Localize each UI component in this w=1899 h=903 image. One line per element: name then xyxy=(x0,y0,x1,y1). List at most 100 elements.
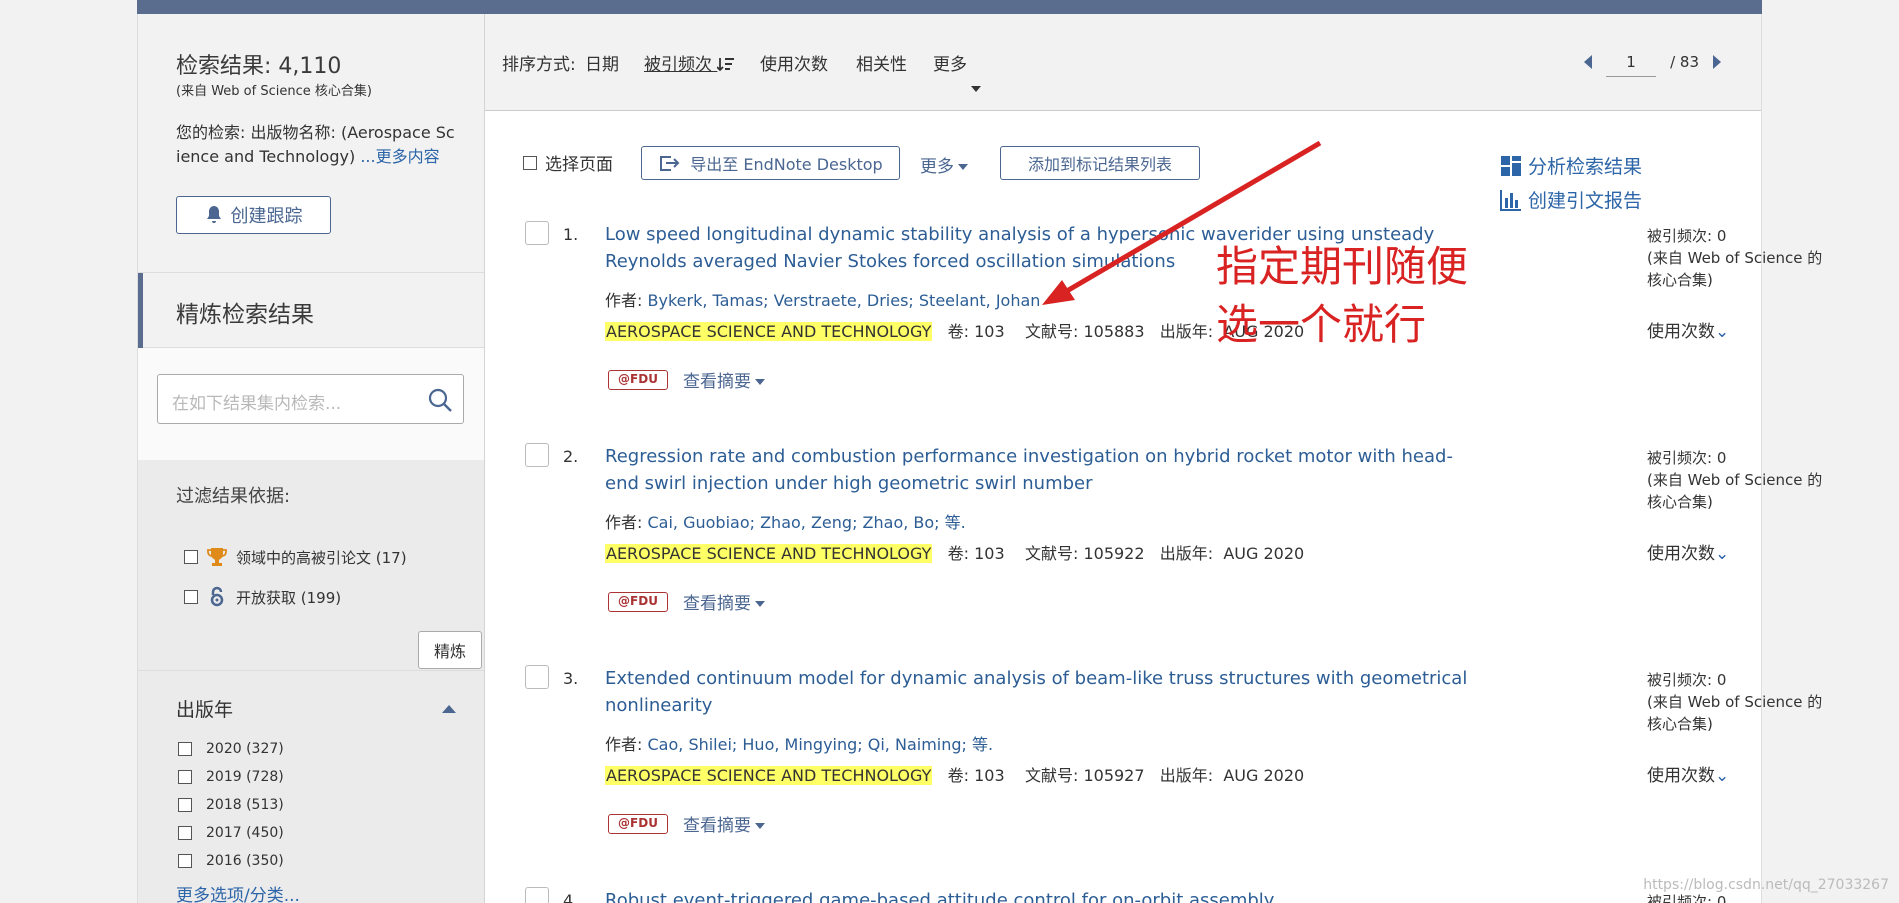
export-icon xyxy=(660,156,680,171)
journal-name[interactable]: AEROSPACE SCIENCE AND TECHNOLOGY xyxy=(605,766,933,785)
sort-date[interactable]: 日期 xyxy=(585,50,619,75)
year-item[interactable]: 2016 (350) xyxy=(178,853,284,869)
checkbox[interactable] xyxy=(184,550,198,564)
year-option: 2019 (728) xyxy=(206,769,284,785)
annotation-line-2: 选一个就行 xyxy=(1216,300,1427,349)
refine-search-area: 在如下结果集内检索... xyxy=(138,348,484,460)
times-cited: 被引频次: 0 (来自 Web of Science 的核心合集) xyxy=(1647,447,1827,513)
publication-year-section: 出版年 2020 (327) 2019 (728) 2018 (513) 201… xyxy=(138,670,484,903)
record-checkbox[interactable] xyxy=(525,887,549,903)
sort-desc-icon xyxy=(716,58,735,72)
record-authors: 作者: Cai, Guobiao; Zhao, Zeng; Zhao, Bo; … xyxy=(605,509,966,533)
checkbox[interactable] xyxy=(178,854,192,868)
checkbox[interactable] xyxy=(523,155,537,170)
refine-accent-bar xyxy=(138,273,143,349)
search-icon[interactable] xyxy=(427,387,453,413)
times-cited-source: (来自 Web of Science 的核心合集) xyxy=(1647,249,1823,289)
record-source: AEROSPACE SCIENCE AND TECHNOLOGY 卷: 103 … xyxy=(605,762,1304,786)
page-total: / 83 xyxy=(1670,53,1699,71)
year-item[interactable]: 2017 (450) xyxy=(178,825,284,841)
chevron-down-icon xyxy=(755,601,765,607)
checkbox[interactable] xyxy=(178,798,192,812)
view-abstract[interactable]: 查看摘要 xyxy=(683,811,765,836)
refine-search-input[interactable]: 在如下结果集内检索... xyxy=(157,374,464,424)
filter-open-access[interactable]: 开放获取 (199) xyxy=(184,586,341,608)
authors-prefix: 作者: xyxy=(605,513,643,532)
results-toolbar: 选择页面 导出至 EndNote Desktop 更多 添加到标记结果列表 分析… xyxy=(485,132,1761,212)
more-options-link[interactable]: 更多选项/分类... xyxy=(176,881,300,903)
usage-label: 使用次数 xyxy=(1647,544,1715,564)
record-authors: 作者: Cao, Shilei; Huo, Mingying; Qi, Naim… xyxy=(605,731,993,755)
refine-header: 精炼检索结果 xyxy=(138,272,484,349)
usage-count[interactable]: 使用次数⌄ xyxy=(1647,761,1729,786)
toolbar-more[interactable]: 更多 xyxy=(920,152,968,177)
query-more-link[interactable]: ...更多内容 xyxy=(360,147,439,166)
record-checkbox[interactable] xyxy=(525,221,549,245)
sort-times-cited[interactable]: 被引频次 xyxy=(644,50,735,75)
view-abstract[interactable]: 查看摘要 xyxy=(683,589,765,614)
sort-relevance[interactable]: 相关性 xyxy=(856,50,907,75)
record-number: 4. xyxy=(563,891,579,903)
toolbar-more-label: 更多 xyxy=(920,157,954,177)
add-marked-label: 添加到标记结果列表 xyxy=(1027,155,1172,174)
author-links[interactable]: Cao, Shilei; Huo, Mingying; Qi, Naiming;… xyxy=(648,735,994,754)
sort-usage[interactable]: 使用次数 xyxy=(760,50,828,75)
fdu-link-badge[interactable]: @FDU xyxy=(608,592,668,612)
analyze-results-link[interactable]: 分析检索结果 xyxy=(1500,152,1642,179)
collapse-caret-icon[interactable] xyxy=(442,705,456,713)
record-title-link[interactable]: Extended continuum model for dynamic ana… xyxy=(605,665,1475,719)
checkbox[interactable] xyxy=(178,742,192,756)
author-links[interactable]: Cai, Guobiao; Zhao, Zeng; Zhao, Bo; 等. xyxy=(648,513,966,532)
chevron-down-icon: ⌄ xyxy=(1715,322,1730,342)
record-title-link[interactable]: Regression rate and combustion performan… xyxy=(605,443,1475,497)
checkbox[interactable] xyxy=(178,770,192,784)
record-checkbox[interactable] xyxy=(525,665,549,689)
result-count: 检索结果: 4,110 xyxy=(176,54,342,79)
add-to-marked-list-button[interactable]: 添加到标记结果列表 xyxy=(1000,146,1200,180)
sort-more[interactable]: 更多 xyxy=(933,50,981,92)
page-input[interactable]: 1 xyxy=(1606,47,1657,77)
record-source: AEROSPACE SCIENCE AND TECHNOLOGY 卷: 103 … xyxy=(605,318,1304,342)
chevron-down-icon xyxy=(971,86,981,92)
usage-count[interactable]: 使用次数⌄ xyxy=(1647,317,1729,342)
record-number: 2. xyxy=(563,447,579,466)
year-label: 出版年 xyxy=(176,699,234,721)
year-item[interactable]: 2020 (327) xyxy=(178,741,284,757)
analyze-icon xyxy=(1501,155,1521,176)
fdu-link-badge[interactable]: @FDU xyxy=(608,814,668,834)
usage-count[interactable]: 使用次数⌄ xyxy=(1647,539,1729,564)
sort-times-cited-label: 被引频次 xyxy=(644,55,712,75)
chevron-down-icon: ⌄ xyxy=(1715,766,1730,786)
year-item[interactable]: 2019 (728) xyxy=(178,769,284,785)
export-endnote-button[interactable]: 导出至 EndNote Desktop xyxy=(641,146,900,180)
next-page-icon[interactable] xyxy=(1713,55,1721,69)
create-alert-button[interactable]: 创建跟踪 xyxy=(176,196,331,234)
record-checkbox[interactable] xyxy=(525,443,549,467)
citation-report-link[interactable]: 创建引文报告 xyxy=(1500,186,1642,213)
author-links[interactable]: Bykerk, Tamas; Verstraete, Dries; Steela… xyxy=(648,291,1041,310)
refine-button[interactable]: 精炼 xyxy=(418,631,482,669)
times-cited: 被引频次: 0 (来自 Web of Science 的核心合集) xyxy=(1647,225,1827,291)
journal-name[interactable]: AEROSPACE SCIENCE AND TECHNOLOGY xyxy=(605,544,933,563)
year-option: 2017 (450) xyxy=(206,825,284,841)
view-abstract-label: 查看摘要 xyxy=(683,594,751,614)
view-abstract-label: 查看摘要 xyxy=(683,372,751,392)
prev-page-icon[interactable] xyxy=(1584,55,1593,69)
chevron-down-icon xyxy=(755,823,765,829)
record-title-link[interactable]: Robust event-triggered game-based attitu… xyxy=(605,887,1475,903)
bar-chart-icon xyxy=(1500,189,1521,211)
citation-report-label: 创建引文报告 xyxy=(1528,190,1643,212)
fdu-link-badge[interactable]: @FDU xyxy=(608,370,668,390)
journal-name[interactable]: AEROSPACE SCIENCE AND TECHNOLOGY xyxy=(605,322,933,341)
checkbox[interactable] xyxy=(184,590,198,604)
year-item[interactable]: 2018 (513) xyxy=(178,797,284,813)
filter-highly-cited[interactable]: 领域中的高被引论文 (17) xyxy=(184,546,407,568)
checkbox[interactable] xyxy=(178,826,192,840)
query-summary: 您的检索: 出版物名称: (Aerospace Science and Tech… xyxy=(176,121,458,169)
refine-title: 精炼检索结果 xyxy=(176,302,314,328)
view-abstract[interactable]: 查看摘要 xyxy=(683,367,765,392)
select-page[interactable]: 选择页面 xyxy=(523,150,613,175)
year-option: 2020 (327) xyxy=(206,741,284,757)
year-option: 2018 (513) xyxy=(206,797,284,813)
result-record: 2. Regression rate and combustion perfor… xyxy=(485,443,1822,663)
